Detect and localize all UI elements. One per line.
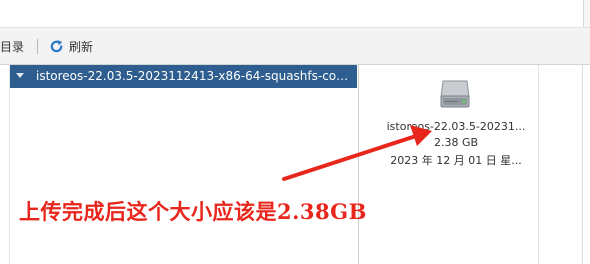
tree-guide-line [9,65,10,264]
tree-item-selected[interactable]: istoreos-22.03.5-2023112413-x86-64-squas… [10,65,357,88]
file-date: 2023 年 12 月 01 日 星... [390,154,522,167]
annotation-text: 上传完成后这个大小应该是2.38GB [19,199,367,224]
refresh-button[interactable]: 刷新 [49,38,93,55]
column-divider [538,65,539,264]
folder-tree-pane: istoreos-22.03.5-2023112413-x86-64-squas… [0,65,358,264]
file-name: istoreos-22.03.5-20231... [386,120,526,133]
hard-disk-icon [440,80,470,108]
top-right-tab [583,0,590,27]
file-size: 2.38 GB [433,136,479,149]
expand-arrow-icon[interactable] [16,73,24,78]
directory-label[interactable]: 目录 [0,38,24,55]
toolbar: 目录 刷新 [0,28,590,65]
window-top-strip [0,0,590,28]
tree-item-label: istoreos-22.03.5-2023112413-x86-64-squas… [36,69,354,83]
pane-edge [582,65,583,264]
file-list-pane: istoreos-22.03.5-20231... 2.38 GB 2023 年… [359,65,590,264]
file-item[interactable]: istoreos-22.03.5-20231... 2.38 GB 2023 年… [381,73,531,173]
refresh-icon [50,40,63,53]
toolbar-separator [37,39,38,54]
refresh-label: 刷新 [69,40,94,54]
